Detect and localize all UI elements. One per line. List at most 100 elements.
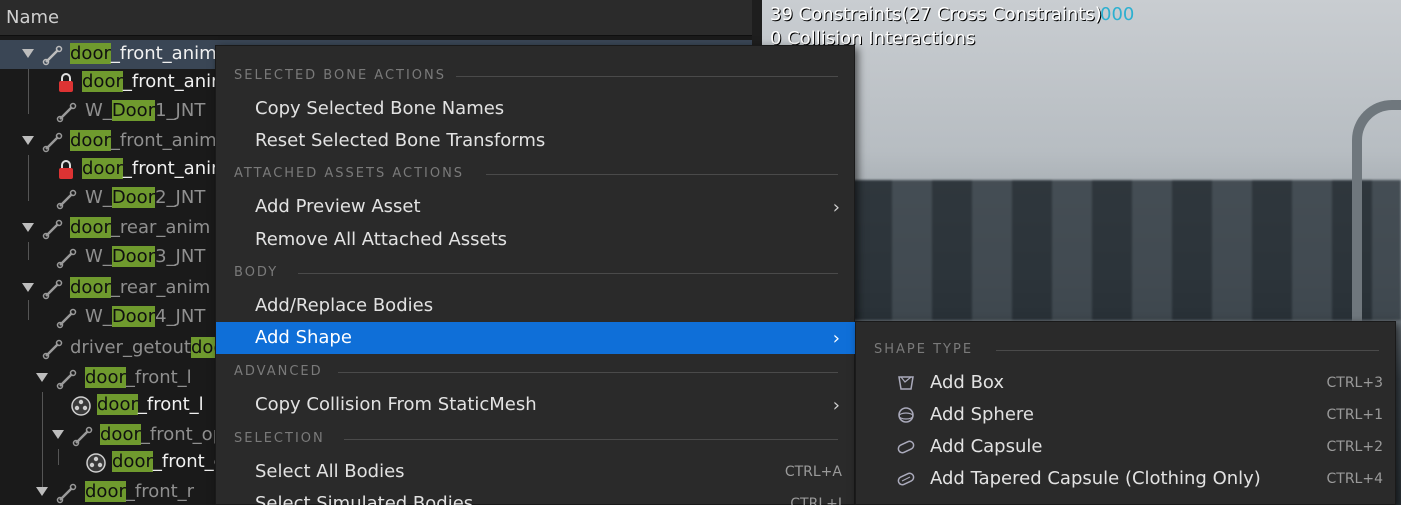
menu-item-label: Add Tapered Capsule (Clothing Only) <box>930 468 1261 489</box>
body-icon <box>71 396 91 416</box>
menu-item-shortcut: CTRL+I <box>790 496 842 505</box>
bone-icon <box>56 308 77 329</box>
bone-icon <box>56 483 77 504</box>
add-capsule-item[interactable]: Add Capsule CTRL+2 <box>856 431 1397 463</box>
bone-icon <box>56 248 77 269</box>
menu-item-label: Add/Replace Bodies <box>255 295 434 316</box>
select-all-bodies-item[interactable]: Select All Bodies CTRL+A <box>216 456 856 488</box>
add-sphere-item[interactable]: Add Sphere CTRL+1 <box>856 399 1397 431</box>
menu-item-label: Copy Collision From StaticMesh <box>255 394 537 415</box>
expand-arrow-icon[interactable] <box>52 430 64 439</box>
bone-icon <box>56 369 77 390</box>
reset-bone-transforms-item[interactable]: Reset Selected Bone Transforms <box>216 125 856 157</box>
bone-icon <box>42 339 63 360</box>
bone-icon <box>56 189 77 210</box>
tree-row-label: door_front_r <box>85 481 195 502</box>
context-menu: SELECTED BONE ACTIONS Copy Selected Bone… <box>215 45 856 505</box>
add-shape-item[interactable]: Add Shape › <box>216 322 856 354</box>
select-simulated-bodies-item[interactable]: Select Simulated Bodies CTRL+I <box>216 488 856 505</box>
submenu-section-shape-type: SHAPE TYPE <box>856 339 1397 361</box>
tree-row-label: W_Door2_JNT <box>85 187 206 208</box>
section-divider <box>344 439 838 440</box>
body-icon <box>86 453 106 473</box>
box-shape-icon <box>898 376 914 390</box>
viewport-stat-overlay: 000 <box>1100 4 1135 25</box>
menu-item-label: Add Shape <box>255 327 352 348</box>
expand-arrow-icon[interactable] <box>22 49 34 58</box>
menu-item-shortcut: CTRL+1 <box>1326 407 1384 423</box>
menu-item-shortcut: CTRL+4 <box>1326 471 1384 487</box>
menu-section-selected-bone: SELECTED BONE ACTIONS <box>216 65 856 87</box>
sphere-shape-icon <box>898 407 914 423</box>
column-header-name: Name <box>6 7 60 28</box>
tree-row-label: door_front_c <box>112 451 224 472</box>
expand-arrow-icon[interactable] <box>36 487 48 496</box>
copy-bone-names-item[interactable]: Copy Selected Bone Names <box>216 93 856 125</box>
section-title: SELECTION <box>234 431 325 446</box>
section-title: SHAPE TYPE <box>874 342 974 357</box>
section-title: ADVANCED <box>234 364 323 379</box>
add-tapered-capsule-item[interactable]: Add Tapered Capsule (Clothing Only) CTRL… <box>856 463 1397 495</box>
bone-icon <box>72 426 93 447</box>
tree-column-header[interactable]: Name <box>0 0 752 36</box>
menu-section-attached-assets: ATTACHED ASSETS ACTIONS <box>216 163 856 185</box>
expand-arrow-icon[interactable] <box>22 223 34 232</box>
menu-item-label: Reset Selected Bone Transforms <box>255 130 546 151</box>
menu-item-label: Remove All Attached Assets <box>255 229 508 250</box>
tapered-capsule-icon <box>897 472 915 486</box>
section-divider <box>456 76 838 77</box>
section-title: ATTACHED ASSETS ACTIONS <box>234 166 465 181</box>
tree-row-label: W_Door4_JNT <box>85 306 206 327</box>
tree-row-label: door_front_anim <box>70 130 217 151</box>
bone-icon <box>42 45 63 66</box>
menu-item-label: Select Simulated Bodies <box>255 493 474 505</box>
chevron-right-icon: › <box>832 328 840 349</box>
tree-row-label: driver_getoutdoor <box>70 337 232 358</box>
menu-item-label: Add Preview Asset <box>255 196 421 217</box>
constraints-stat: 39 Constraints(27 Cross Constraints) <box>770 4 1102 25</box>
add-preview-asset-item[interactable]: Add Preview Asset › <box>216 191 856 223</box>
bone-icon <box>56 102 77 123</box>
menu-item-label: Select All Bodies <box>255 461 405 482</box>
menu-item-shortcut: CTRL+A <box>784 464 842 480</box>
bone-icon <box>42 132 63 153</box>
menu-item-label: Add Capsule <box>930 436 1043 457</box>
expand-arrow-icon[interactable] <box>22 283 34 292</box>
tree-row-label: W_Door1_JNT <box>85 100 206 121</box>
bone-icon <box>42 219 63 240</box>
tree-row-label: door_front_anim <box>82 158 229 179</box>
tree-row-label: door_front_l <box>85 367 192 388</box>
menu-item-label: Add Sphere <box>930 404 1034 425</box>
section-divider <box>298 273 838 274</box>
menu-item-shortcut: CTRL+3 <box>1326 375 1384 391</box>
section-divider <box>486 174 838 175</box>
section-divider <box>996 350 1379 351</box>
tree-row-label: door_rear_anim <box>70 277 211 298</box>
chevron-right-icon: › <box>832 197 840 218</box>
menu-section-advanced: ADVANCED <box>216 361 856 383</box>
tree-row-label: door_front_anim <box>82 71 229 92</box>
menu-section-body: BODY <box>216 262 856 284</box>
section-title: BODY <box>234 265 279 280</box>
section-divider <box>338 372 838 373</box>
add-replace-bodies-item[interactable]: Add/Replace Bodies <box>216 290 856 322</box>
section-title: SELECTED BONE ACTIONS <box>234 68 447 83</box>
lock-icon <box>59 73 73 92</box>
chevron-right-icon: › <box>832 395 840 416</box>
add-box-item[interactable]: Add Box CTRL+3 <box>856 367 1397 399</box>
capsule-shape-icon <box>897 440 915 454</box>
menu-item-shortcut: CTRL+2 <box>1326 439 1384 455</box>
tree-row-label: door_front_anim <box>70 43 217 64</box>
expand-arrow-icon[interactable] <box>22 136 34 145</box>
menu-item-label: Copy Selected Bone Names <box>255 98 505 119</box>
menu-section-selection: SELECTION <box>216 428 856 450</box>
add-shape-submenu: SHAPE TYPE Add Box CTRL+3 Add Sphere CTR… <box>855 321 1396 505</box>
expand-arrow-icon[interactable] <box>36 373 48 382</box>
bone-icon <box>42 279 63 300</box>
menu-item-label: Add Box <box>930 372 1005 393</box>
tree-row-label: door_front_op <box>100 424 225 445</box>
tree-row-label: door_rear_anim <box>70 217 211 238</box>
viewport-scene-geometry <box>852 180 1401 320</box>
copy-collision-item[interactable]: Copy Collision From StaticMesh › <box>216 389 856 421</box>
remove-attached-assets-item[interactable]: Remove All Attached Assets <box>216 224 856 256</box>
